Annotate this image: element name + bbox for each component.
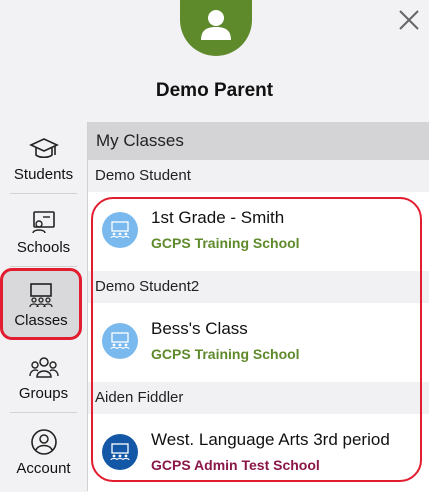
school-board-icon — [31, 211, 55, 234]
graduation-cap-icon — [28, 138, 59, 159]
school-name: GCPS Training School — [151, 346, 300, 362]
classroom-icon — [29, 283, 53, 308]
student-header: Demo Student2 — [88, 271, 429, 303]
sidebar-item-students[interactable]: Students — [0, 122, 87, 194]
class-name: Bess's Class — [151, 319, 248, 338]
sidebar-item-account[interactable]: Account — [0, 414, 87, 486]
classroom-icon — [102, 212, 138, 248]
class-name: West. Language Arts 3rd period — [151, 430, 390, 449]
class-row[interactable]: West. Language Arts 3rd period GCPS Admi… — [88, 414, 429, 492]
sidebar-item-label: Students — [13, 166, 74, 183]
classroom-icon — [102, 323, 138, 359]
sidebar-item-classes[interactable]: Classes — [0, 268, 82, 340]
user-name: Demo Parent — [155, 80, 274, 101]
profile-header: Demo Parent — [0, 0, 429, 122]
account-icon — [30, 429, 57, 455]
sidebar-item-schools[interactable]: Schools — [0, 195, 87, 267]
person-icon — [201, 10, 231, 40]
class-row[interactable]: 1st Grade - Smith GCPS Training School — [88, 192, 429, 270]
school-name: GCPS Training School — [151, 235, 300, 251]
school-name: GCPS Admin Test School — [151, 457, 320, 473]
sidebar: Students Schools Classes Groups Account — [0, 122, 88, 491]
student-header: Aiden Fiddler — [88, 382, 429, 414]
student-header: Demo Student — [88, 160, 429, 192]
class-name: 1st Grade - Smith — [151, 208, 285, 227]
sidebar-item-label: Account — [16, 460, 71, 477]
sidebar-item-label: Classes — [14, 312, 68, 329]
section-title: My Classes — [88, 122, 429, 160]
close-icon[interactable] — [397, 8, 421, 32]
avatar — [180, 0, 252, 56]
classes-panel: My Classes Demo Student 1st Grade - Smit… — [88, 122, 429, 492]
sidebar-item-label: Schools — [16, 239, 71, 256]
classroom-icon — [102, 434, 138, 470]
sidebar-item-label: Groups — [18, 385, 69, 402]
sidebar-item-groups[interactable]: Groups — [0, 341, 87, 413]
class-row[interactable]: Bess's Class GCPS Training School — [88, 303, 429, 381]
group-icon — [28, 357, 59, 378]
